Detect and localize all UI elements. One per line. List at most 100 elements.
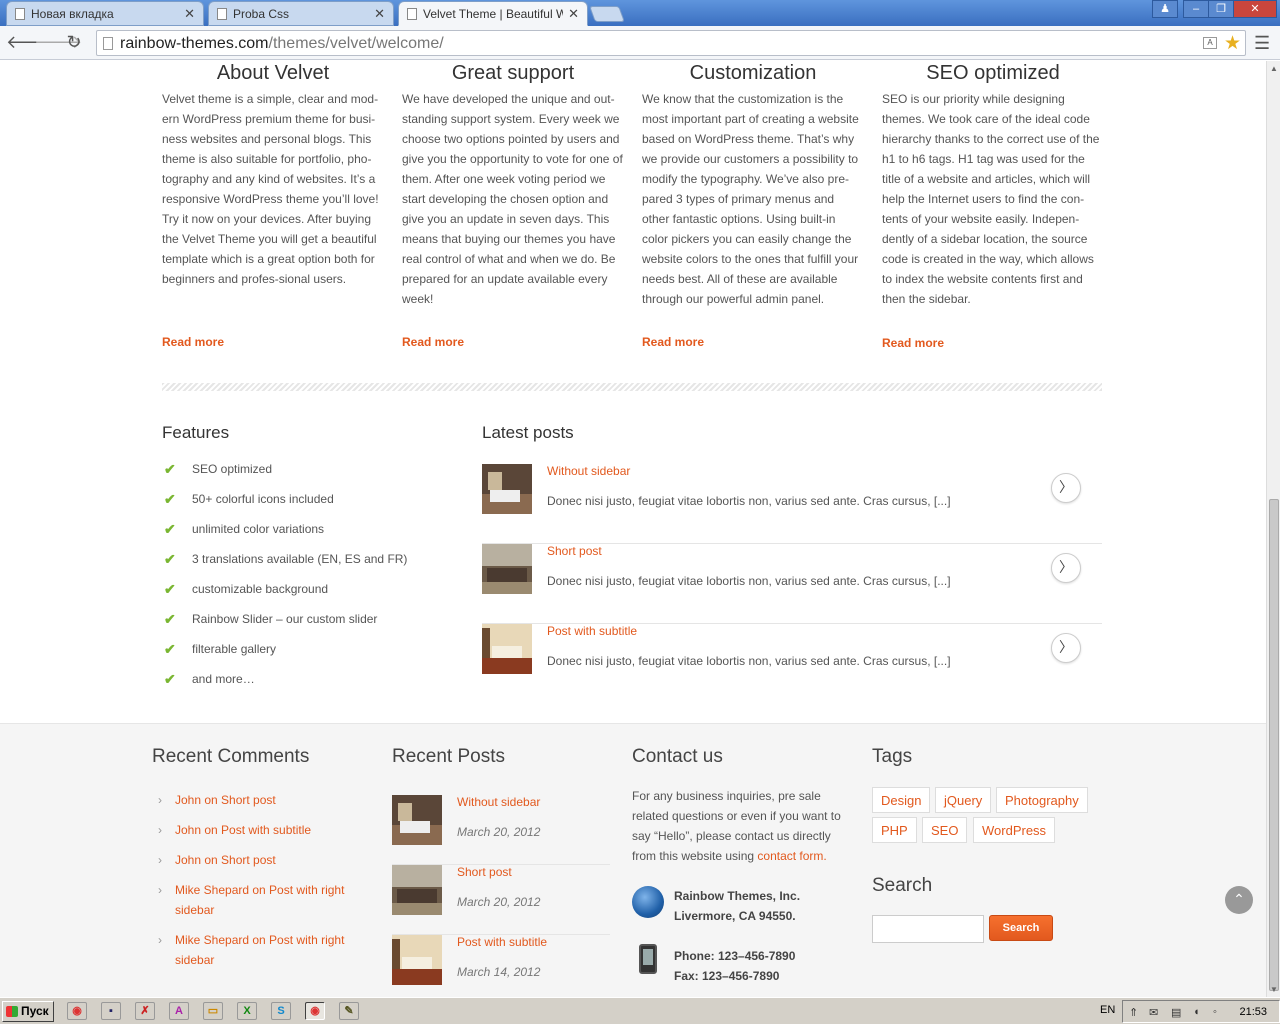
start-button[interactable]: Пуск (2, 1001, 54, 1022)
post-item: Short post Donec nisi justo, feugiat vit… (482, 544, 1102, 624)
tray-arrow-icon[interactable]: ⇑ (1129, 1006, 1138, 1019)
tab-new-tab[interactable]: Новая вкладка ✕ (6, 1, 204, 26)
page-icon (103, 37, 113, 50)
access-icon[interactable]: A (169, 1002, 189, 1020)
tab-velvet-theme[interactable]: Velvet Theme | Beautiful We ✕ (398, 1, 588, 26)
scroll-up-icon[interactable]: ▲ (1270, 64, 1278, 73)
scrollbar-thumb[interactable] (1269, 499, 1279, 991)
url-text[interactable]: rainbow-themes.com/themes/velvet/welcome… (120, 35, 444, 53)
wrench-menu-icon[interactable]: ☰ (1254, 33, 1270, 54)
recent-comment-link[interactable]: › John on Post with subtitle (158, 820, 370, 840)
page-icon (407, 8, 417, 20)
back-icon[interactable]: 🡐 (6, 31, 54, 53)
post-title-link[interactable]: Without sidebar (547, 464, 630, 478)
post-thumbnail[interactable] (392, 795, 442, 845)
chevron-right-icon[interactable]: 〉 (1051, 553, 1081, 583)
tab-proba-css[interactable]: Proba Css ✕ (208, 1, 394, 26)
network-icon[interactable]: ▤ (1171, 1006, 1181, 1019)
taskbar: Пуск ◉ ▪ ✗ A ▭ X S ◉ ✎ EN ⇑ ✉ ▤ ◖ ◦ 21:5… (0, 997, 1280, 1024)
recent-comment-link[interactable]: › John on Short post (158, 850, 370, 870)
post-title-link[interactable]: Short post (547, 544, 602, 558)
recent-comment-link[interactable]: › John on Short post (158, 790, 370, 810)
translate-icon[interactable]: A (1203, 37, 1217, 49)
address-bar[interactable]: rainbow-themes.com/themes/velvet/welcome… (96, 30, 1246, 56)
post-date: March 20, 2012 (457, 825, 541, 839)
excel-icon[interactable]: X (237, 1002, 257, 1020)
post-thumbnail[interactable] (482, 464, 532, 514)
chevron-right-icon[interactable]: 〉 (1051, 473, 1081, 503)
footer: Recent Comments › John on Short post › Joh… (0, 723, 1266, 997)
post-thumbnail[interactable] (392, 935, 442, 985)
acrobat-icon[interactable]: ✗ (135, 1002, 155, 1020)
checkmark-icon: ✔ (164, 551, 176, 567)
scroll-down-icon[interactable]: ▼ (1270, 985, 1278, 994)
recent-post-link[interactable]: Short post (457, 865, 512, 879)
recent-comment-link[interactable]: › Mike Shepard on Post with right sidebar (158, 930, 360, 970)
recent-comment-link[interactable]: › Mike Shepard on Post with right sidebar (158, 880, 360, 920)
read-more-link[interactable]: Read more (162, 335, 224, 349)
phone-number: Phone: 123–456-7890 (674, 949, 796, 963)
recent-post-link[interactable]: Without sidebar (457, 795, 540, 809)
post-thumbnail[interactable] (392, 865, 442, 915)
close-icon[interactable]: ✕ (184, 6, 195, 22)
minimize-icon[interactable]: – (1183, 0, 1209, 18)
checkmark-icon: ✔ (164, 641, 176, 657)
tag-jquery[interactable]: jQuery (935, 787, 992, 813)
chrome-window-icon[interactable]: ◉ (305, 1002, 325, 1020)
tab-title: Velvet Theme | Beautiful We (423, 7, 563, 21)
tag-wordpress[interactable]: WordPress (973, 817, 1056, 843)
search-button[interactable]: Search (989, 915, 1053, 941)
reload-icon[interactable]: ↻ (63, 31, 85, 53)
notepad-icon[interactable]: ✎ (339, 1002, 359, 1020)
feature-label: filterable gallery (192, 642, 277, 656)
recent-post-link[interactable]: Post with subtitle (457, 935, 547, 949)
close-icon[interactable]: ✕ (568, 6, 579, 22)
star-icon[interactable]: ★ (1224, 32, 1241, 55)
phone-icon (639, 944, 657, 974)
forward-icon[interactable]: 🡒 (34, 31, 82, 53)
contact-form-link[interactable]: contact form. (757, 849, 826, 863)
checkmark-icon: ✔ (164, 671, 176, 687)
chevron-right-icon[interactable]: 〉 (1051, 633, 1081, 663)
scroll-to-top-icon[interactable]: ⌃ (1225, 886, 1253, 914)
about-velvet-column: About Velvet Velvet theme is a simple, c… (162, 61, 384, 289)
new-tab-button[interactable] (589, 6, 625, 22)
column-title: About Velvet (216, 62, 330, 84)
page-icon (217, 8, 227, 20)
feature-item: ✔ unlimited color variations (162, 521, 324, 538)
tray-app-icon[interactable]: ◦ (1213, 1006, 1217, 1018)
tag-seo[interactable]: SEO (922, 817, 968, 843)
post-thumbnail[interactable] (482, 624, 532, 674)
folder-icon[interactable]: ▭ (203, 1002, 223, 1020)
volume-icon[interactable]: ◖ (1193, 1006, 1200, 1018)
mail-icon[interactable]: ✉ (1149, 1006, 1158, 1019)
save-icon[interactable]: ▪ (101, 1002, 121, 1020)
page-scrollbar[interactable]: ▲ ▼ (1266, 61, 1280, 997)
url-host: rainbow-themes.com (120, 35, 269, 52)
feature-item: ✔ 3 translations available (EN, ES and FR… (162, 551, 407, 568)
search-input[interactable] (872, 915, 984, 943)
windows-flag-icon (6, 1006, 18, 1017)
close-window-icon[interactable]: ✕ (1233, 0, 1277, 18)
tag-design[interactable]: Design (872, 787, 931, 813)
close-icon[interactable]: ✕ (374, 6, 385, 22)
restore-icon[interactable]: ❐ (1208, 0, 1234, 18)
read-more-link[interactable]: Read more (402, 335, 464, 349)
tab-title: Proba Css (233, 7, 290, 21)
language-indicator[interactable]: EN (1100, 1004, 1115, 1016)
tag-php[interactable]: PHP (872, 817, 917, 843)
tag-photography[interactable]: Photography (996, 787, 1088, 813)
read-more-link[interactable]: Read more (882, 336, 944, 350)
chrome-icon[interactable]: ◉ (67, 1002, 87, 1020)
comment-text: Mike Shepard on Post with right sidebar (175, 883, 345, 917)
read-more-link[interactable]: Read more (642, 335, 704, 349)
feature-item: ✔ Rainbow Slider – our custom slider (162, 611, 377, 628)
post-item: Post with subtitle Donec nisi justo, feu… (482, 624, 1102, 704)
comment-text: John on Post with subtitle (175, 823, 312, 837)
feature-label: and more… (192, 672, 255, 686)
post-thumbnail[interactable] (482, 544, 532, 594)
fax-number: Fax: 123–456-7890 (674, 969, 780, 983)
user-icon[interactable]: ♟ (1152, 0, 1178, 18)
skype-icon[interactable]: S (271, 1002, 291, 1020)
post-title-link[interactable]: Post with subtitle (547, 624, 637, 638)
